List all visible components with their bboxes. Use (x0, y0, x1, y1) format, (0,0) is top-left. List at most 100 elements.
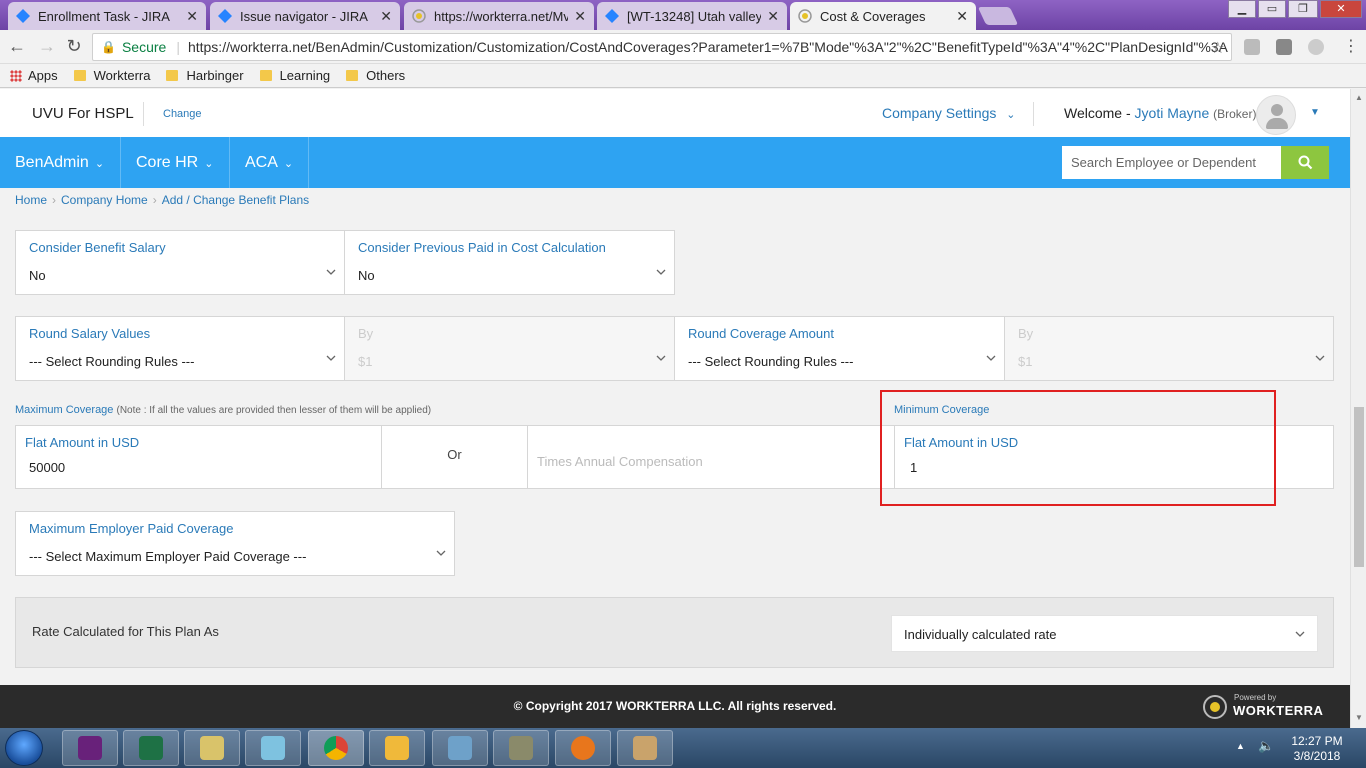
browser-tab-active[interactable]: Cost & Coverages ✕ (790, 2, 976, 30)
page-scrollbar[interactable]: ▲ ▼ (1350, 89, 1366, 728)
taskbar-notes[interactable] (245, 730, 301, 766)
change-company-link[interactable]: Change (163, 108, 202, 120)
chevron-down-icon (656, 353, 666, 363)
breadcrumb-company-home[interactable]: Company Home (61, 193, 148, 207)
url-bar[interactable]: 🔒 Secure | https://workterra.net/BenAdmi… (92, 33, 1232, 61)
bookmark-label: Harbinger (186, 68, 244, 83)
bookmark-label: Workterra (93, 68, 151, 83)
rate-select[interactable]: Individually calculated rate (891, 615, 1318, 652)
caret-down-icon[interactable]: ▼ (1310, 107, 1320, 118)
taskbar-paint[interactable] (617, 730, 673, 766)
taskbar-explorer[interactable] (184, 730, 240, 766)
round-coverage-amount-select[interactable]: Round Coverage Amount --- Select Roundin… (674, 316, 1005, 381)
user-name-link[interactable]: Jyoti Mayne (1135, 105, 1210, 121)
breadcrumb-benefit-plans[interactable]: Add / Change Benefit Plans (162, 193, 309, 207)
or-label: Or (447, 447, 462, 462)
max-employer-paid-select[interactable]: Maximum Employer Paid Coverage --- Selec… (15, 511, 455, 576)
consider-benefit-salary-select[interactable]: Consider Benefit Salary No (15, 230, 345, 295)
bookmark-learning[interactable]: Learning (259, 68, 331, 83)
taskbar-visual-studio[interactable] (62, 730, 118, 766)
bookmarks-bar: Apps Workterra Harbinger Learning Others (0, 64, 1366, 88)
browser-tab[interactable]: [WT-13248] Utah valley ( ✕ (597, 2, 787, 30)
apps-grid-icon (10, 69, 22, 82)
taskbar-chrome[interactable] (308, 730, 364, 766)
taskbar-outlook[interactable] (369, 730, 425, 766)
bookmark-label: Learning (279, 68, 331, 83)
bookmark-others[interactable]: Others (346, 68, 405, 83)
bookmark-harbinger[interactable]: Harbinger (166, 68, 244, 83)
url-divider: | (176, 39, 180, 55)
clock-time: 12:27 PM (1291, 734, 1343, 748)
folder-icon (200, 736, 224, 760)
browser-tab[interactable]: Issue navigator - JIRA ✕ (210, 2, 400, 30)
browser-tab[interactable]: Enrollment Task - JIRA ✕ (8, 2, 206, 30)
maximize-button[interactable]: ▭ (1258, 0, 1286, 18)
scroll-down-arrow-icon[interactable]: ▼ (1355, 713, 1363, 722)
user-role: (Broker) (1213, 107, 1257, 121)
chevron-down-icon (986, 353, 996, 363)
windows-start-button[interactable] (5, 730, 43, 766)
close-icon[interactable]: ✕ (956, 8, 968, 25)
field-label: By (1018, 326, 1034, 341)
nav-item-benadmin[interactable]: BenAdmin ⌄ (0, 137, 121, 188)
scroll-up-arrow-icon[interactable]: ▲ (1355, 93, 1363, 102)
close-icon[interactable]: ✕ (574, 8, 586, 25)
round-salary-values-select[interactable]: Round Salary Values --- Select Rounding … (15, 316, 345, 381)
breadcrumb: Home › Company Home › Add / Change Benefit P… (15, 193, 309, 207)
avatar[interactable] (1256, 95, 1296, 135)
folder-icon (259, 70, 272, 81)
times-annual-compensation-field[interactable]: Times Annual Compensation (527, 425, 895, 489)
skype-icon[interactable] (1308, 39, 1324, 55)
reload-icon[interactable]: ↻ (63, 36, 85, 57)
extension-icon[interactable] (1244, 39, 1260, 55)
field-label: Round Coverage Amount (688, 326, 834, 341)
back-arrow-icon[interactable]: ← (6, 36, 28, 57)
round-coverage-by-select: By $1 (1004, 316, 1334, 381)
extension-icon[interactable] (1276, 39, 1292, 55)
search-input[interactable] (1062, 146, 1281, 179)
new-tab-button[interactable] (977, 7, 1019, 25)
times-annual-compensation-placeholder: Times Annual Compensation (537, 454, 703, 469)
chevron-down-icon (1295, 629, 1305, 639)
scrollbar-thumb[interactable] (1354, 407, 1364, 567)
minimize-button[interactable]: ▁ (1228, 0, 1256, 18)
system-clock[interactable]: 12:27 PM 3/8/2018 (1278, 734, 1356, 764)
taskbar-tools[interactable] (493, 730, 549, 766)
flame-icon (571, 736, 595, 760)
search-button[interactable] (1281, 146, 1329, 179)
rate-label: Rate Calculated for This Plan As (32, 624, 219, 639)
field-value: --- Select Rounding Rules --- (29, 354, 195, 369)
bookmark-star-icon[interactable]: ☆ (1211, 38, 1225, 58)
close-icon[interactable]: ✕ (767, 8, 779, 25)
taskbar-excel[interactable] (123, 730, 179, 766)
tray-expand-icon[interactable]: ▲ (1236, 741, 1245, 751)
bookmark-apps[interactable]: Apps (10, 68, 58, 83)
taskbar-file-manager[interactable] (432, 730, 488, 766)
bookmark-workterra[interactable]: Workterra (73, 68, 151, 83)
browser-tab[interactable]: https://workterra.net/Mv ✕ (404, 2, 594, 30)
forward-arrow-icon[interactable]: → (36, 36, 58, 57)
nav-item-aca[interactable]: ACA ⌄ (230, 137, 309, 188)
window-close-button[interactable]: ✕ (1320, 0, 1362, 18)
breadcrumb-home[interactable]: Home (15, 193, 47, 207)
powered-by-label: Powered by (1234, 693, 1277, 702)
nav-item-core-hr[interactable]: Core HR ⌄ (121, 137, 230, 188)
field-label: Consider Benefit Salary (29, 240, 166, 255)
consider-previous-paid-select[interactable]: Consider Previous Paid in Cost Calculati… (344, 230, 675, 295)
menu-icon[interactable]: ⋮ (1340, 36, 1362, 56)
tab-title: Issue navigator - JIRA (240, 8, 368, 24)
company-settings-label: Company Settings (882, 105, 997, 121)
app-header: UVU For HSPL Change Company Settings ⌄ W… (0, 89, 1350, 137)
restore-button[interactable]: ❐ (1288, 0, 1318, 18)
taskbar-firefox[interactable] (555, 730, 611, 766)
close-icon[interactable]: ✕ (380, 8, 392, 25)
visual-studio-icon (78, 736, 102, 760)
round-salary-by-select: By $1 (344, 316, 675, 381)
volume-icon[interactable]: 🔈 (1258, 738, 1274, 754)
breadcrumb-separator: › (152, 193, 157, 207)
field-value: No (29, 268, 46, 283)
company-settings-menu[interactable]: Company Settings ⌄ (882, 105, 1016, 121)
field-label: Maximum Employer Paid Coverage (29, 521, 234, 536)
close-icon[interactable]: ✕ (186, 8, 198, 25)
max-flat-amount-field[interactable]: Flat Amount in USD 50000 (15, 425, 382, 489)
